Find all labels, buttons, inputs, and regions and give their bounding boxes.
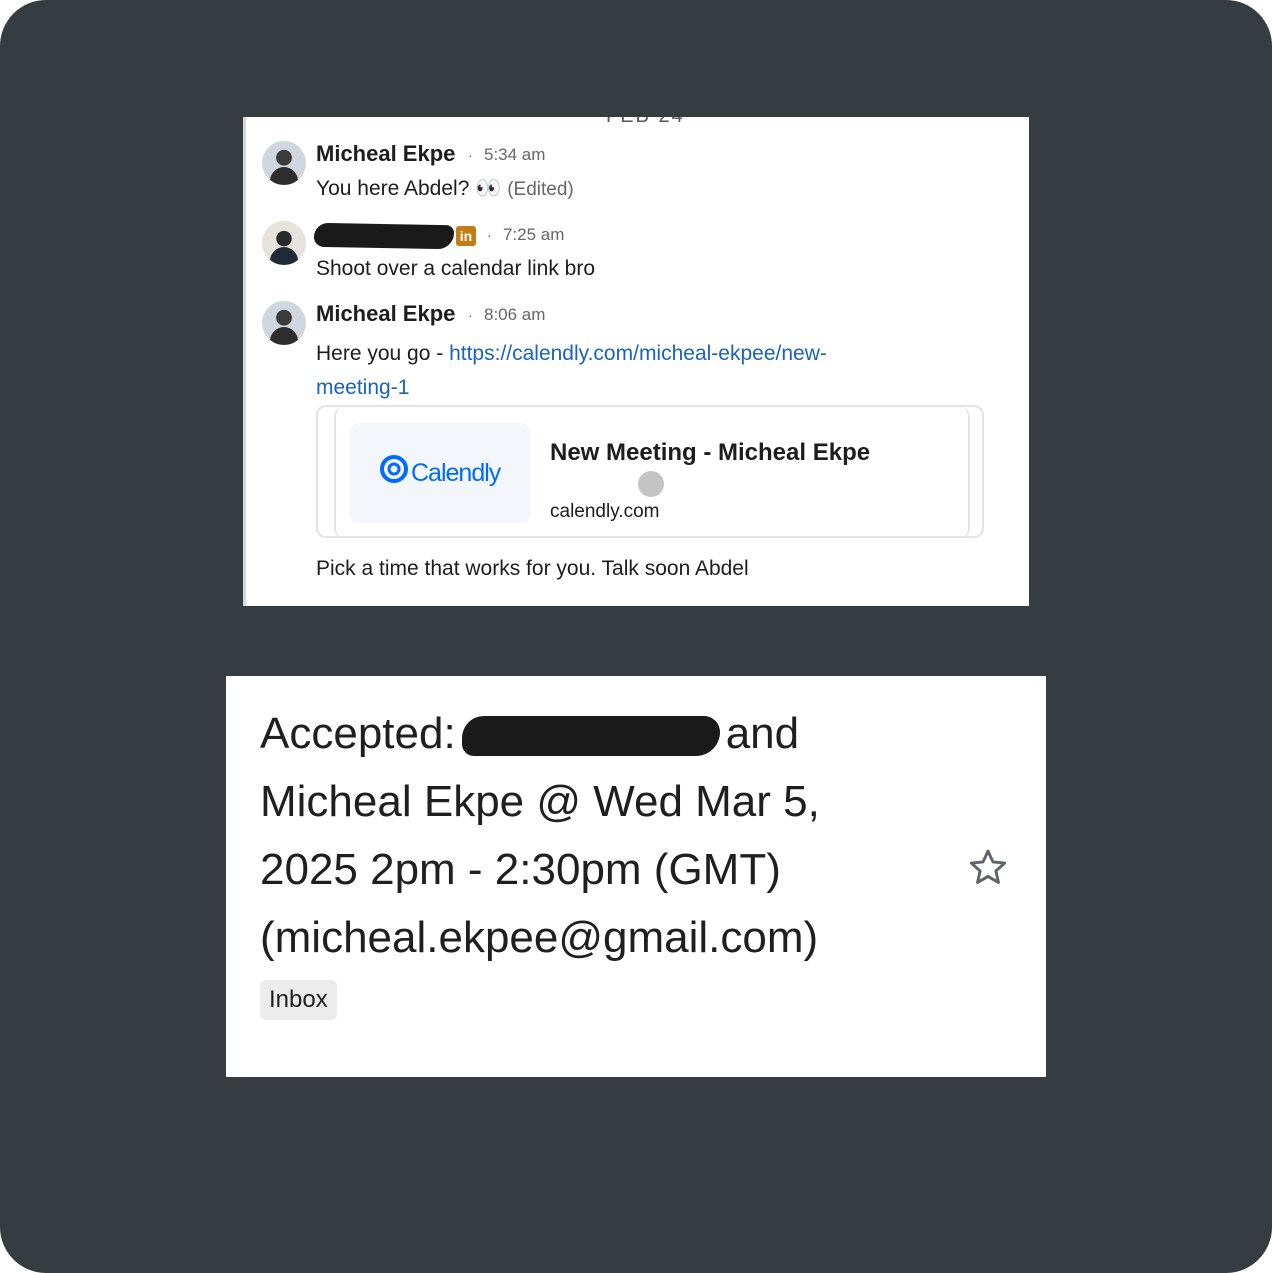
avatar[interactable] [262,301,306,345]
calendly-mark-icon [380,455,408,483]
message-body: You here Abdel? 👀 [316,177,502,200]
subject-accepted: Accepted: [260,709,456,758]
message-text: Shoot over a calendar link bro [316,257,595,280]
avatar[interactable] [262,141,306,185]
avatar[interactable] [262,221,306,265]
preview-domain: calendly.com [550,501,660,522]
message-body: Here you go - [316,342,450,365]
message-text: Here you go - https://calendly.com/miche… [316,337,956,405]
calendly-link-continued[interactable]: meeting-1 [316,376,409,399]
separator: · [468,147,473,163]
inbox-label-chip[interactable]: Inbox [260,980,337,1020]
subject-and: and [725,709,800,758]
email-card: Accepted: and Micheal Ekpe @ Wed Mar 5, 2… [226,676,1046,1077]
message-text: You here Abdel? 👀 (Edited) [316,177,574,201]
sender-name[interactable]: Micheal Ekpe [316,301,455,327]
email-subject: Accepted: and Micheal Ekpe @ Wed Mar 5, 2… [260,700,900,972]
calendly-logo: Calendly [350,423,530,523]
subject-line-2: Micheal Ekpe @ Wed Mar 5, [260,777,820,826]
chat-card: FEB 24 Micheal Ekpe · 5:34 am You here A… [243,117,1029,606]
linkedin-premium-badge: in [456,226,476,246]
separator: · [468,307,473,323]
calendly-link[interactable]: https://calendly.com/micheal-ekpee/new- [449,342,827,365]
star-icon[interactable] [966,846,1010,890]
screenshot-frame: FEB 24 Micheal Ekpe · 5:34 am You here A… [0,0,1272,1273]
sender-name[interactable]: Micheal Ekpe [316,141,455,167]
message-time: 5:34 am [484,145,546,164]
calendly-wordmark: Calendly [411,459,501,487]
preview-title[interactable]: New Meeting - Micheal Ekpe [550,439,870,467]
date-divider: FEB 24 [606,117,685,128]
redacted-sender-name [313,222,455,250]
message-time: 7:25 am [503,225,565,244]
link-preview-card[interactable]: Calendly New Meeting - Micheal Ekpe cale… [316,405,984,538]
redacted-attendee [461,716,720,757]
edited-label: (Edited) [507,179,574,200]
message-time: 8:06 am [484,305,546,324]
separator: · [487,227,492,243]
touch-indicator [638,471,664,497]
subject-line-4: (micheal.ekpee@gmail.com) [260,913,819,962]
followup-message: Pick a time that works for you. Talk soo… [316,557,749,580]
subject-line-3: 2025 2pm - 2:30pm (GMT) [260,845,781,894]
